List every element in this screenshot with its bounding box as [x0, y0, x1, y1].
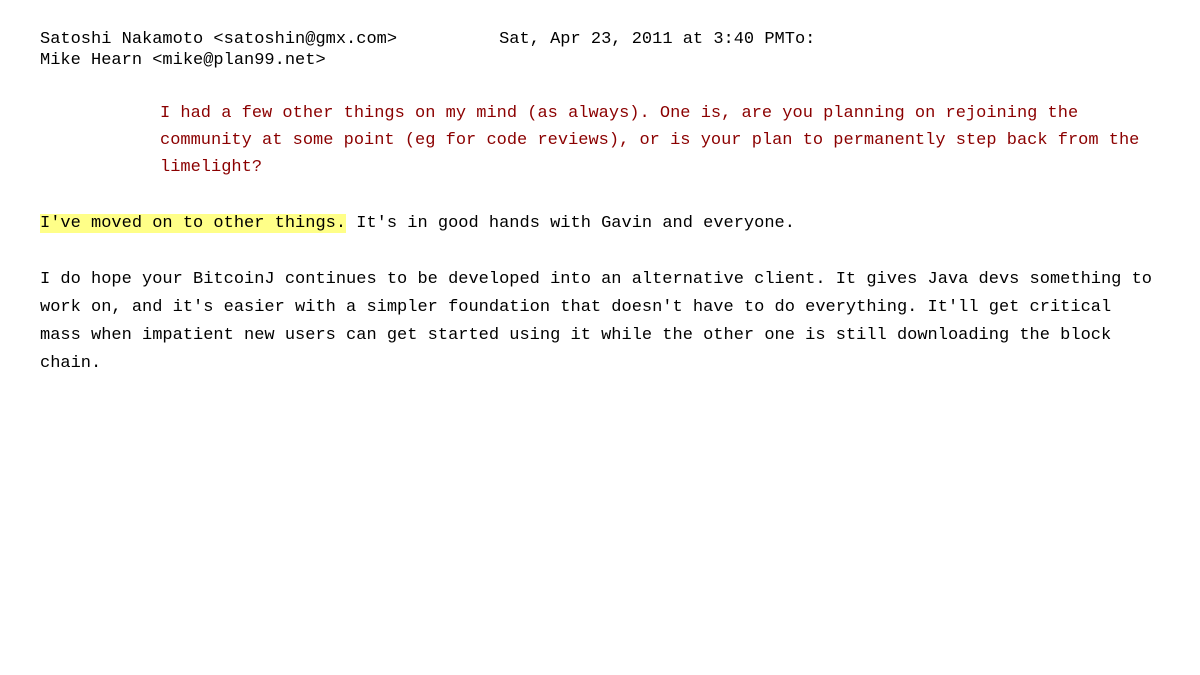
email-sender-line: Satoshi Nakamoto <satoshin@gmx.com> Sat,… — [40, 30, 1160, 49]
email-body: I had a few other things on my mind (as … — [40, 100, 1160, 378]
reply-line: I've moved on to other things. It's in g… — [40, 214, 795, 233]
email-header: Satoshi Nakamoto <satoshin@gmx.com> Sat,… — [40, 30, 1160, 70]
sender-name-email: Satoshi Nakamoto <satoshin@gmx.com> — [40, 30, 397, 49]
quoted-block: I had a few other things on my mind (as … — [160, 100, 1160, 182]
email-container: Satoshi Nakamoto <satoshin@gmx.com> Sat,… — [0, 0, 1200, 675]
email-datetime: Sat, Apr 23, 2011 at 3:40 PMTo: — [499, 30, 815, 49]
highlighted-phrase: I've moved on to other things. — [40, 214, 346, 233]
reply-continuation: It's in good hands with Gavin and everyo… — [346, 214, 795, 233]
email-recipient-line: Mike Hearn <mike@plan99.net> — [40, 51, 1160, 70]
recipient: Mike Hearn <mike@plan99.net> — [40, 51, 326, 70]
reply-section: I've moved on to other things. It's in g… — [40, 210, 1160, 238]
quoted-text: I had a few other things on my mind (as … — [160, 100, 1160, 182]
main-paragraph: I do hope your BitcoinJ continues to be … — [40, 266, 1160, 378]
